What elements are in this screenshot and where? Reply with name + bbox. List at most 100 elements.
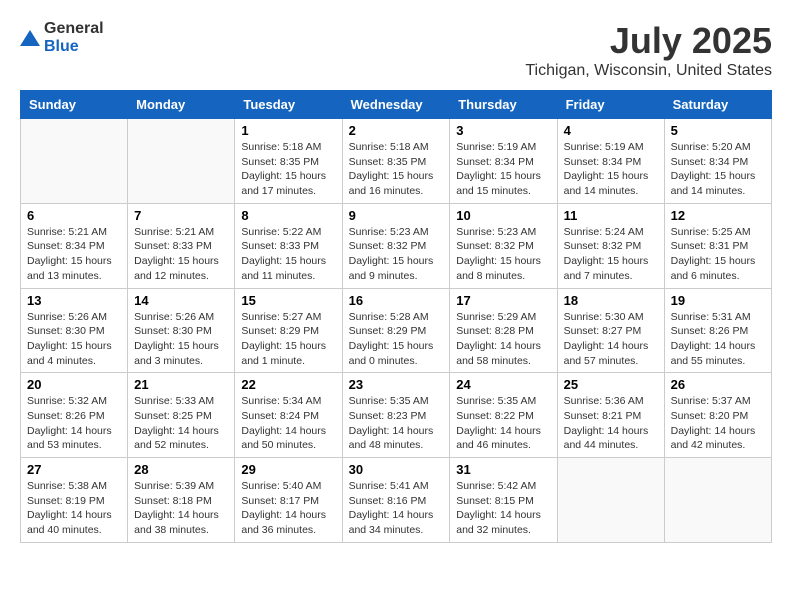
- day-of-week-header: Tuesday: [235, 91, 342, 119]
- day-info: Sunrise: 5:42 AM Sunset: 8:15 PM Dayligh…: [456, 479, 550, 538]
- month-title: July 2025: [525, 20, 772, 62]
- day-info: Sunrise: 5:25 AM Sunset: 8:31 PM Dayligh…: [671, 225, 765, 284]
- day-info: Sunrise: 5:21 AM Sunset: 8:34 PM Dayligh…: [27, 225, 121, 284]
- day-info: Sunrise: 5:34 AM Sunset: 8:24 PM Dayligh…: [241, 394, 335, 453]
- day-info: Sunrise: 5:40 AM Sunset: 8:17 PM Dayligh…: [241, 479, 335, 538]
- calendar-day-cell: 28 Sunrise: 5:39 AM Sunset: 8:18 PM Dayli…: [128, 458, 235, 543]
- calendar-day-cell: [557, 458, 664, 543]
- day-number: 5: [671, 123, 765, 138]
- calendar-day-cell: 4 Sunrise: 5:19 AM Sunset: 8:34 PM Daylig…: [557, 119, 664, 204]
- calendar-day-cell: [664, 458, 771, 543]
- day-number: 9: [349, 208, 444, 223]
- day-info: Sunrise: 5:38 AM Sunset: 8:19 PM Dayligh…: [27, 479, 121, 538]
- day-info: Sunrise: 5:18 AM Sunset: 8:35 PM Dayligh…: [349, 140, 444, 199]
- day-number: 15: [241, 293, 335, 308]
- day-info: Sunrise: 5:35 AM Sunset: 8:22 PM Dayligh…: [456, 394, 550, 453]
- title-block: July 2025 Tichigan, Wisconsin, United St…: [525, 20, 772, 80]
- calendar-day-cell: 27Sunrise: 5:38 AM Sunset: 8:19 PM Dayli…: [21, 458, 128, 543]
- calendar-day-cell: [128, 119, 235, 204]
- day-info: Sunrise: 5:22 AM Sunset: 8:33 PM Dayligh…: [241, 225, 335, 284]
- day-info: Sunrise: 5:26 AM Sunset: 8:30 PM Dayligh…: [134, 310, 228, 369]
- day-number: 19: [671, 293, 765, 308]
- day-number: 21: [134, 377, 228, 392]
- calendar-week-row: 20 Sunrise: 5:32 AM Sunset: 8:26 PM Dayli…: [21, 373, 772, 458]
- calendar-day-cell: 30 Sunrise: 5:41 AM Sunset: 8:16 PM Dayli…: [342, 458, 450, 543]
- day-info: Sunrise: 5:18 AM Sunset: 8:35 PM Dayligh…: [241, 140, 335, 199]
- calendar-week-row: 1 Sunrise: 5:18 AM Sunset: 8:35 PM Daylig…: [21, 119, 772, 204]
- day-number: 10: [456, 208, 550, 223]
- day-info: Sunrise: 5:33 AM Sunset: 8:25 PM Dayligh…: [134, 394, 228, 453]
- calendar-day-cell: 13 Sunrise: 5:26 AM Sunset: 8:30 PM Dayli…: [21, 288, 128, 373]
- calendar-day-cell: 1 Sunrise: 5:18 AM Sunset: 8:35 PM Daylig…: [235, 119, 342, 204]
- day-number: 2: [349, 123, 444, 138]
- calendar-day-cell: 25Sunrise: 5:36 AM Sunset: 8:21 PM Dayli…: [557, 373, 664, 458]
- day-number: 28: [134, 462, 228, 477]
- day-of-week-header: Saturday: [664, 91, 771, 119]
- day-number: 17: [456, 293, 550, 308]
- day-info: Sunrise: 5:19 AM Sunset: 8:34 PM Dayligh…: [456, 140, 550, 199]
- calendar-day-cell: 10Sunrise: 5:23 AM Sunset: 8:32 PM Dayli…: [450, 203, 557, 288]
- logo: General Blue: [20, 20, 104, 55]
- calendar-day-cell: 31 Sunrise: 5:42 AM Sunset: 8:15 PM Dayli…: [450, 458, 557, 543]
- day-number: 13: [27, 293, 121, 308]
- day-number: 1: [241, 123, 335, 138]
- calendar-week-row: 27Sunrise: 5:38 AM Sunset: 8:19 PM Dayli…: [21, 458, 772, 543]
- day-number: 30: [349, 462, 444, 477]
- calendar-header-row: SundayMondayTuesdayWednesdayThursdayFrid…: [21, 91, 772, 119]
- day-of-week-header: Sunday: [21, 91, 128, 119]
- day-info: Sunrise: 5:27 AM Sunset: 8:29 PM Dayligh…: [241, 310, 335, 369]
- day-number: 31: [456, 462, 550, 477]
- calendar-day-cell: 18 Sunrise: 5:30 AM Sunset: 8:27 PM Dayli…: [557, 288, 664, 373]
- logo-general: General: [44, 20, 104, 38]
- day-number: 18: [564, 293, 658, 308]
- calendar-day-cell: 17 Sunrise: 5:29 AM Sunset: 8:28 PM Dayli…: [450, 288, 557, 373]
- day-number: 29: [241, 462, 335, 477]
- calendar-day-cell: 6 Sunrise: 5:21 AM Sunset: 8:34 PM Daylig…: [21, 203, 128, 288]
- day-number: 14: [134, 293, 228, 308]
- day-info: Sunrise: 5:37 AM Sunset: 8:20 PM Dayligh…: [671, 394, 765, 453]
- calendar-day-cell: 21 Sunrise: 5:33 AM Sunset: 8:25 PM Dayli…: [128, 373, 235, 458]
- day-number: 12: [671, 208, 765, 223]
- calendar-day-cell: 20 Sunrise: 5:32 AM Sunset: 8:26 PM Dayli…: [21, 373, 128, 458]
- calendar-day-cell: 12 Sunrise: 5:25 AM Sunset: 8:31 PM Dayli…: [664, 203, 771, 288]
- day-number: 6: [27, 208, 121, 223]
- calendar-table: SundayMondayTuesdayWednesdayThursdayFrid…: [20, 90, 772, 543]
- day-number: 3: [456, 123, 550, 138]
- day-info: Sunrise: 5:41 AM Sunset: 8:16 PM Dayligh…: [349, 479, 444, 538]
- day-of-week-header: Thursday: [450, 91, 557, 119]
- calendar-day-cell: 9Sunrise: 5:23 AM Sunset: 8:32 PM Daylig…: [342, 203, 450, 288]
- calendar-day-cell: 26Sunrise: 5:37 AM Sunset: 8:20 PM Dayli…: [664, 373, 771, 458]
- day-info: Sunrise: 5:26 AM Sunset: 8:30 PM Dayligh…: [27, 310, 121, 369]
- logo-blue: Blue: [44, 38, 104, 56]
- day-info: Sunrise: 5:24 AM Sunset: 8:32 PM Dayligh…: [564, 225, 658, 284]
- day-number: 22: [241, 377, 335, 392]
- day-number: 8: [241, 208, 335, 223]
- day-of-week-header: Monday: [128, 91, 235, 119]
- day-of-week-header: Wednesday: [342, 91, 450, 119]
- calendar-day-cell: 29 Sunrise: 5:40 AM Sunset: 8:17 PM Dayli…: [235, 458, 342, 543]
- day-number: 20: [27, 377, 121, 392]
- day-info: Sunrise: 5:20 AM Sunset: 8:34 PM Dayligh…: [671, 140, 765, 199]
- calendar-day-cell: 5 Sunrise: 5:20 AM Sunset: 8:34 PM Daylig…: [664, 119, 771, 204]
- calendar-week-row: 6 Sunrise: 5:21 AM Sunset: 8:34 PM Daylig…: [21, 203, 772, 288]
- calendar-day-cell: 14 Sunrise: 5:26 AM Sunset: 8:30 PM Dayli…: [128, 288, 235, 373]
- calendar-day-cell: 22 Sunrise: 5:34 AM Sunset: 8:24 PM Dayli…: [235, 373, 342, 458]
- calendar-day-cell: 19 Sunrise: 5:31 AM Sunset: 8:26 PM Dayli…: [664, 288, 771, 373]
- calendar-day-cell: 8 Sunrise: 5:22 AM Sunset: 8:33 PM Daylig…: [235, 203, 342, 288]
- day-info: Sunrise: 5:36 AM Sunset: 8:21 PM Dayligh…: [564, 394, 658, 453]
- day-info: Sunrise: 5:31 AM Sunset: 8:26 PM Dayligh…: [671, 310, 765, 369]
- day-info: Sunrise: 5:29 AM Sunset: 8:28 PM Dayligh…: [456, 310, 550, 369]
- calendar-week-row: 13 Sunrise: 5:26 AM Sunset: 8:30 PM Dayli…: [21, 288, 772, 373]
- day-number: 11: [564, 208, 658, 223]
- day-number: 23: [349, 377, 444, 392]
- day-info: Sunrise: 5:39 AM Sunset: 8:18 PM Dayligh…: [134, 479, 228, 538]
- calendar-day-cell: 7Sunrise: 5:21 AM Sunset: 8:33 PM Daylig…: [128, 203, 235, 288]
- day-info: Sunrise: 5:35 AM Sunset: 8:23 PM Dayligh…: [349, 394, 444, 453]
- day-info: Sunrise: 5:32 AM Sunset: 8:26 PM Dayligh…: [27, 394, 121, 453]
- day-number: 4: [564, 123, 658, 138]
- calendar-day-cell: 23 Sunrise: 5:35 AM Sunset: 8:23 PM Dayli…: [342, 373, 450, 458]
- day-info: Sunrise: 5:19 AM Sunset: 8:34 PM Dayligh…: [564, 140, 658, 199]
- logo-icon: [20, 30, 40, 46]
- day-info: Sunrise: 5:30 AM Sunset: 8:27 PM Dayligh…: [564, 310, 658, 369]
- calendar-day-cell: 11 Sunrise: 5:24 AM Sunset: 8:32 PM Dayli…: [557, 203, 664, 288]
